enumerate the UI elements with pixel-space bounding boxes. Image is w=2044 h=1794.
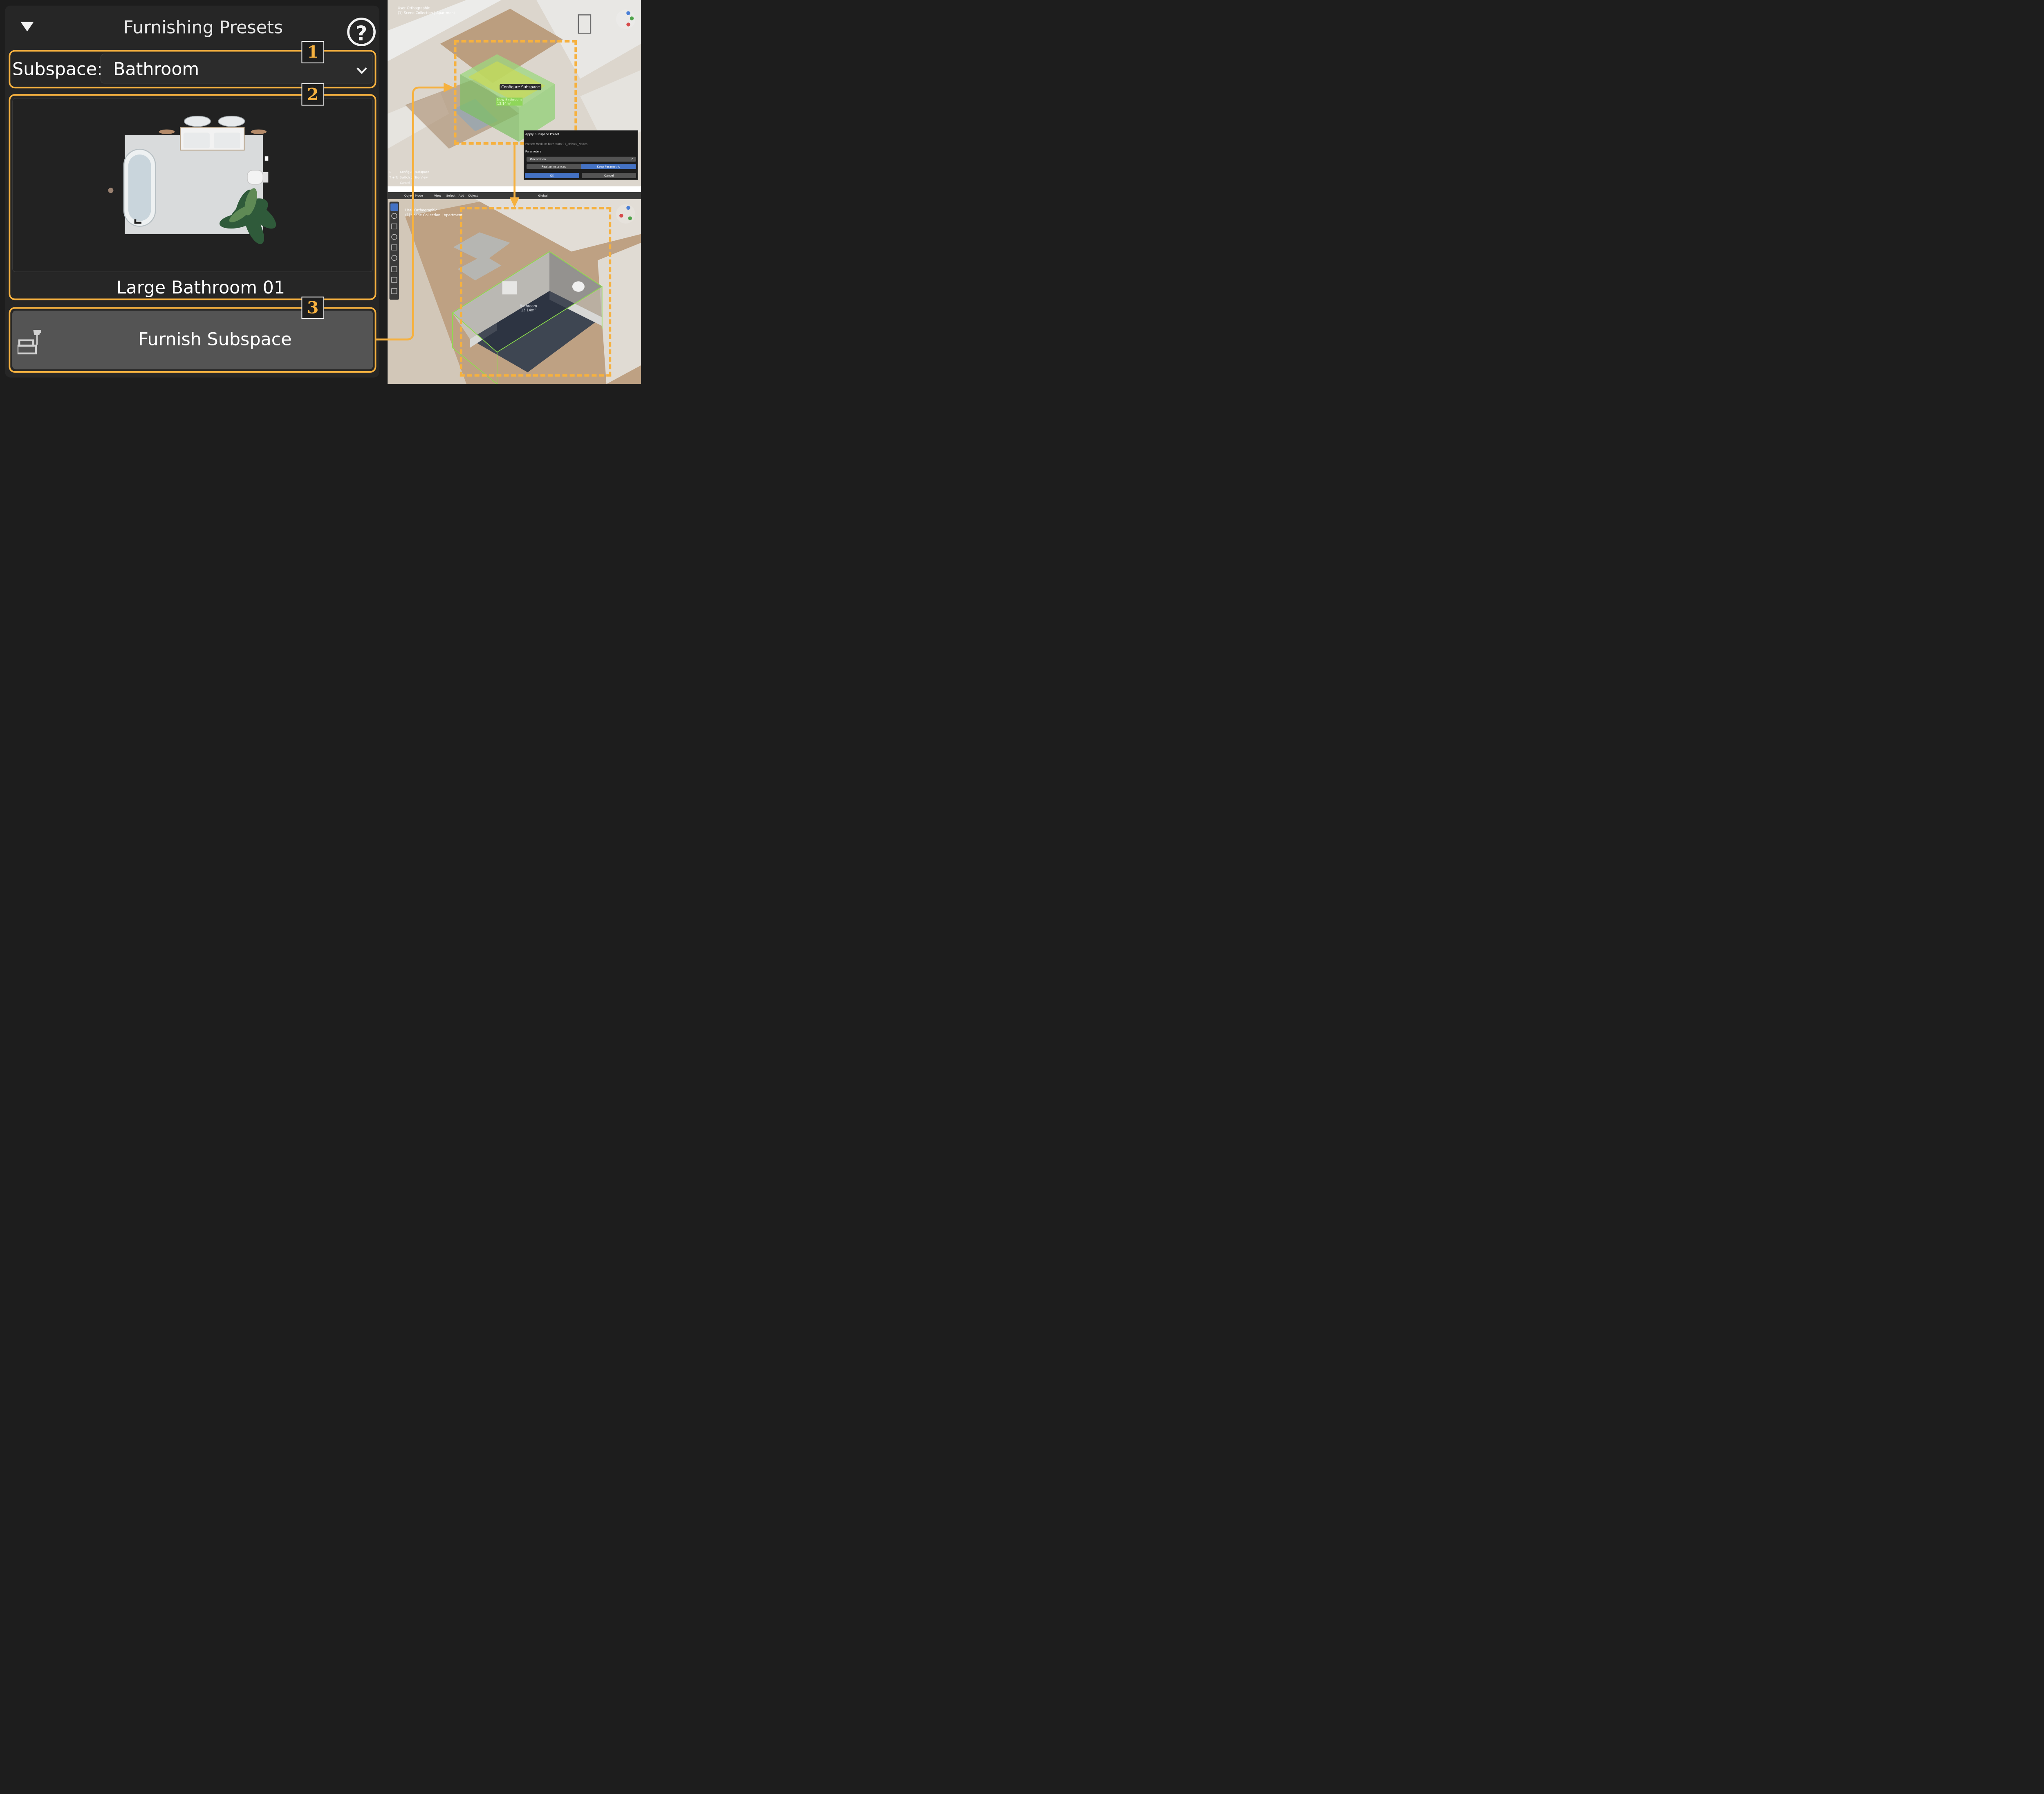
flow-arrows <box>376 83 520 340</box>
